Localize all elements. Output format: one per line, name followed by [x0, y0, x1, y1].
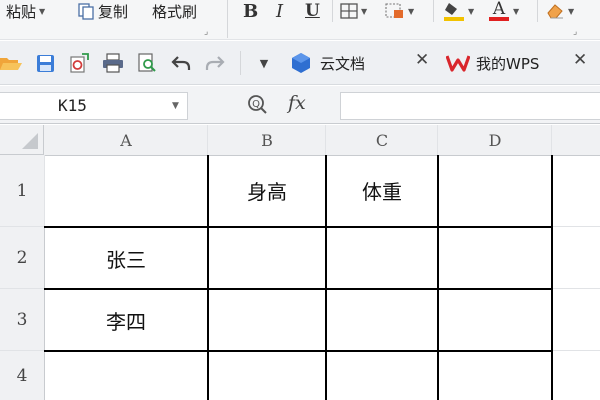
paste-label: 粘贴 [6, 2, 37, 21]
underline-label: U [305, 1, 320, 21]
underline-button[interactable]: U [305, 0, 320, 22]
row-header-1[interactable]: 1 [0, 155, 45, 227]
chevron-down-icon: ▼ [39, 6, 46, 16]
spreadsheet-grid: A B C D 1 2 3 4 身高 体重 张三 李四 [0, 125, 600, 400]
divider [537, 0, 538, 22]
fx-button[interactable]: fx [288, 92, 306, 114]
row-header-3[interactable]: 3 [0, 289, 45, 351]
divider [240, 51, 241, 75]
chevron-down-icon: ▼ [468, 6, 475, 16]
borders-button[interactable]: ▼ [340, 0, 367, 22]
header-divider [325, 125, 326, 155]
row-header-divider [0, 350, 44, 351]
format-painter-button[interactable]: 格式刷 [152, 0, 197, 22]
table-border [551, 155, 553, 400]
cell-style-button[interactable]: ▼ [385, 0, 414, 22]
chevron-down-icon: ▼ [568, 6, 575, 16]
formula-input[interactable] [340, 92, 600, 120]
header-divider [551, 125, 552, 155]
bold-label: B [243, 0, 259, 22]
select-all-corner[interactable] [0, 125, 44, 155]
cell-a2[interactable]: 张三 [45, 228, 207, 288]
cell-c1[interactable]: 体重 [327, 155, 437, 226]
quick-access-bar: ▼ 云文档 ✕ 我的WPS ✕ [0, 41, 600, 85]
row-header-divider [0, 226, 44, 227]
ribbon-toolbar: 粘贴 ▼ 复制 格式刷 ⌟ B I U ▼ ▼ ▼ A ▼ ▼ ⌟ [0, 0, 600, 40]
column-header-d[interactable]: D [438, 125, 552, 156]
row-header-4[interactable]: 4 [0, 351, 45, 400]
clear-format-button[interactable]: ▼ [545, 0, 574, 22]
customize-toolbar-button[interactable]: ▼ [253, 53, 275, 73]
tab-my-wps[interactable]: 我的WPS [446, 48, 539, 78]
divider [227, 0, 228, 38]
chevron-down-icon: ▼ [259, 56, 269, 70]
undo-icon [171, 56, 191, 70]
table-border [437, 155, 439, 400]
paste-button[interactable]: 粘贴 ▼ [6, 0, 45, 22]
print-preview-icon [138, 53, 156, 72]
divider [433, 0, 434, 22]
print-preview-button[interactable] [136, 53, 158, 73]
dialog-launcher-icon[interactable]: ⌟ [573, 27, 577, 37]
fill-color-button[interactable]: ▼ [443, 0, 474, 22]
name-box[interactable]: K15 [0, 92, 188, 120]
table-border [44, 350, 552, 352]
cell-style-icon [385, 3, 403, 18]
row-header-2[interactable]: 2 [0, 227, 45, 289]
tab-my-wps-label: 我的WPS [476, 54, 540, 73]
svg-text:Q: Q [252, 99, 260, 110]
fill-bucket-icon [444, 3, 464, 21]
chevron-down-icon[interactable]: ▼ [172, 101, 179, 111]
select-all-icon [22, 133, 38, 149]
gridline [44, 155, 45, 227]
gridline [552, 288, 600, 289]
row-header-divider [0, 288, 44, 289]
gridline [552, 226, 600, 227]
open-button[interactable] [0, 53, 22, 73]
italic-label: I [276, 0, 284, 22]
close-icon[interactable]: ✕ [415, 50, 429, 70]
bold-button[interactable]: B [243, 0, 258, 22]
header-divider [437, 125, 438, 155]
chevron-down-icon: ▼ [513, 6, 520, 16]
divider [332, 0, 333, 22]
column-header-c[interactable]: C [326, 125, 438, 156]
column-header-a[interactable]: A [44, 125, 208, 156]
close-icon[interactable]: ✕ [573, 50, 587, 70]
column-header-e[interactable] [552, 125, 600, 156]
folder-open-icon [0, 58, 22, 70]
tab-cloud-docs-label: 云文档 [320, 54, 366, 73]
font-color-swatch [489, 17, 509, 21]
print-button[interactable] [102, 53, 124, 73]
zoom-search-icon[interactable]: Q [246, 93, 268, 115]
save-button[interactable] [34, 53, 56, 73]
chevron-down-icon: ▼ [408, 6, 415, 16]
column-header-b[interactable]: B [208, 125, 326, 156]
cell-b1[interactable]: 身高 [209, 155, 325, 226]
header-divider [207, 125, 208, 155]
save-icon [36, 54, 54, 72]
redo-icon [205, 56, 225, 70]
undo-button[interactable] [170, 53, 192, 73]
cell-a3[interactable]: 李四 [45, 290, 207, 350]
font-color-label: A [492, 0, 506, 19]
format-painter-label: 格式刷 [152, 2, 198, 21]
cloud-docs-icon [292, 53, 310, 73]
chevron-down-icon: ▼ [361, 6, 368, 16]
printer-icon [103, 53, 123, 73]
copy-button[interactable]: 复制 [78, 0, 128, 22]
gridline [552, 350, 600, 351]
dialog-launcher-icon[interactable]: ⌟ [204, 27, 208, 37]
export-pdf-button[interactable] [68, 53, 90, 73]
copy-label: 复制 [98, 2, 129, 21]
borders-icon [340, 3, 358, 19]
redo-button[interactable] [204, 53, 226, 73]
font-color-button[interactable]: A ▼ [488, 0, 519, 22]
export-pdf-icon [70, 53, 89, 73]
wps-logo-icon [446, 55, 470, 72]
italic-button[interactable]: I [276, 0, 283, 22]
tab-cloud-docs[interactable]: 云文档 [290, 48, 365, 78]
copy-icon [78, 2, 94, 20]
eraser-icon [547, 4, 563, 19]
